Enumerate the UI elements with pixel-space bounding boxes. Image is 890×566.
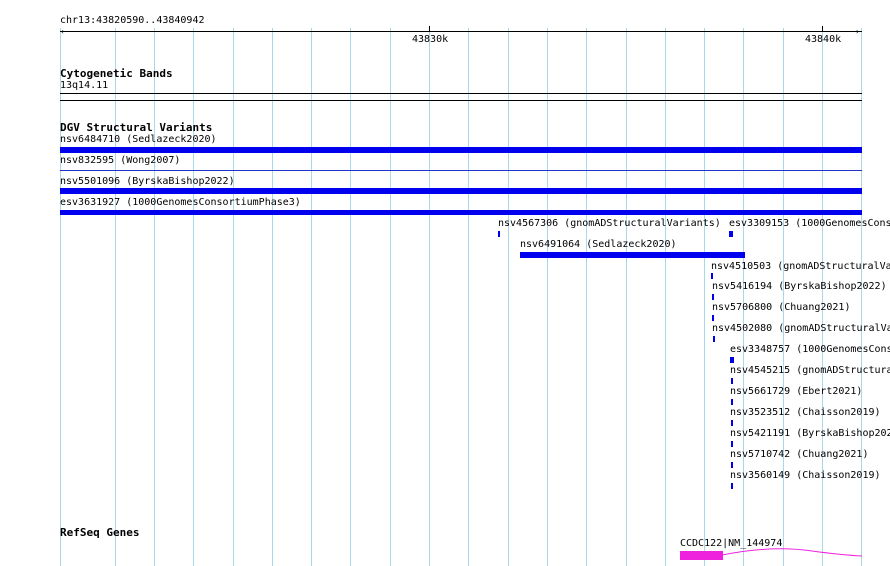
track-title-cytobands[interactable]: Cytogenetic Bands xyxy=(60,67,173,80)
cytoband-label: 13q14.11 xyxy=(60,80,109,91)
variant-label: nsv4502080 (gnomADStructuralVa xyxy=(712,323,890,334)
variant-label: nsv5661729 (Ebert2021) xyxy=(730,386,863,397)
variant-label: nsv5706800 (Chuang2021) xyxy=(712,302,851,313)
variant-feature[interactable] xyxy=(498,231,500,237)
variant-feature[interactable] xyxy=(731,420,733,426)
variant-label: nsv832595 (Wong2007) xyxy=(60,155,181,166)
variant-label: nsv6491064 (Sedlazeck2020) xyxy=(520,239,677,250)
variant-label: nsv3560149 (Chaisson2019) xyxy=(730,470,881,481)
ruler-left-arrow-icon: ‹ xyxy=(60,27,65,36)
variant-label: nsv5710742 (Chuang2021) xyxy=(730,449,869,460)
variant-label: nsv4567306 (gnomADStructuralVariants) xyxy=(498,218,721,229)
ruler-tick-43830k xyxy=(429,26,430,32)
gene-exon[interactable] xyxy=(680,551,723,560)
variant-label: nsv6484710 (Sedlazeck2020) xyxy=(60,134,217,145)
variant-label: nsv3523512 (Chaisson2019) xyxy=(730,407,881,418)
variant-feature[interactable] xyxy=(60,210,862,215)
variant-label: nsv5501096 (ByrskaBishop2022) xyxy=(60,176,235,187)
variant-feature[interactable] xyxy=(712,315,714,321)
variant-label: esv3631927 (1000GenomesConsortiumPhase3) xyxy=(60,197,301,208)
variant-feature[interactable] xyxy=(731,483,733,489)
ruler-axis xyxy=(60,31,862,32)
cytoband-ideogram-bottom xyxy=(60,100,862,101)
track-title-dgv[interactable]: DGV Structural Variants xyxy=(60,121,212,134)
gene-intron[interactable] xyxy=(722,545,862,559)
variant-feature[interactable] xyxy=(520,252,745,258)
track-title-refseq[interactable]: RefSeq Genes xyxy=(60,526,139,539)
variant-feature[interactable] xyxy=(731,378,733,384)
region-coordinates: chr13:43820590..43840942 xyxy=(60,15,205,26)
variant-feature[interactable] xyxy=(711,273,713,279)
variant-feature[interactable] xyxy=(730,357,734,363)
variant-label: nsv5421191 (ByrskaBishop202 xyxy=(730,428,890,439)
variant-feature[interactable] xyxy=(60,147,862,153)
variant-feature[interactable] xyxy=(60,170,862,171)
variant-feature[interactable] xyxy=(712,294,714,300)
ruler-label-43840k: 43840k xyxy=(805,34,842,45)
variant-feature[interactable] xyxy=(731,399,733,405)
ruler-right-arrow-icon: › xyxy=(855,27,860,36)
variant-label: nsv4510503 (gnomADStructuralVa xyxy=(711,261,890,272)
variant-feature[interactable] xyxy=(729,231,733,237)
ruler-label-43830k: 43830k xyxy=(412,34,449,45)
variant-label: esv3309153 (1000GenomesCons xyxy=(729,218,890,229)
ruler-tick-43840k xyxy=(822,26,823,32)
variant-feature[interactable] xyxy=(731,441,733,447)
variant-label: nsv4545215 (gnomADStructura xyxy=(730,365,890,376)
variant-feature[interactable] xyxy=(731,462,733,468)
variant-label: esv3348757 (1000GenomesCons xyxy=(730,344,890,355)
variant-feature[interactable] xyxy=(60,188,862,194)
variant-feature[interactable] xyxy=(713,336,715,342)
cytoband-ideogram-top xyxy=(60,93,862,94)
variant-label: nsv5416194 (ByrskaBishop2022) xyxy=(712,281,887,292)
genome-browser-view: chr13:43820590..43840942 ‹ › 43830k 4384… xyxy=(0,0,890,566)
